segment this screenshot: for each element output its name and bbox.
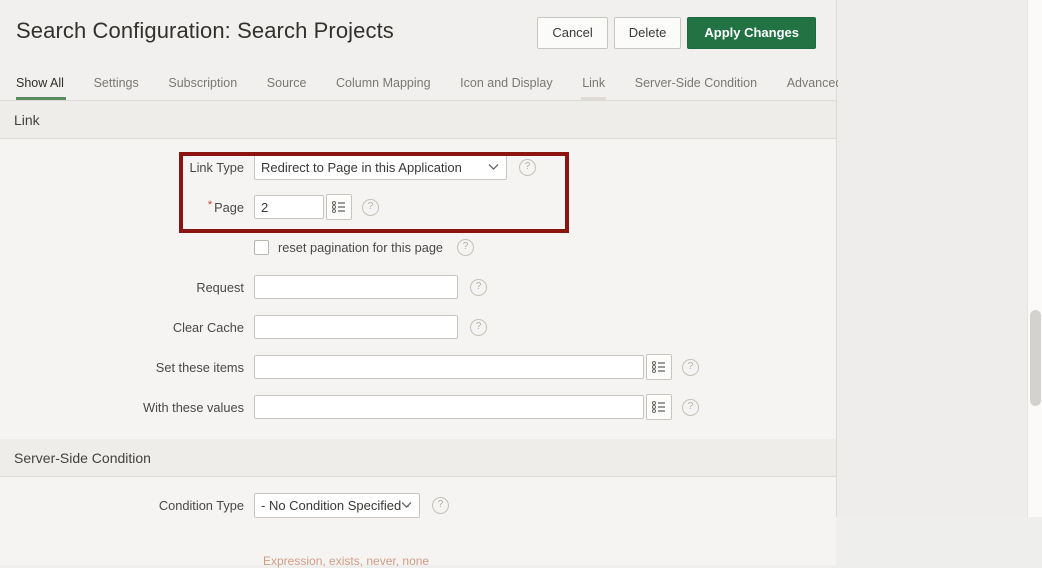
server-side-condition-body: Condition Type - No Condition Specified … [0,477,836,565]
link-type-select-wrap: Redirect to Page in this Application [254,155,507,180]
request-help-icon[interactable]: ? [470,279,487,296]
clear-cache-label: Clear Cache [14,320,254,335]
link-region-body: Link Type Redirect to Page in this Appli… [0,139,836,439]
clear-cache-row: Clear Cache ? [0,307,836,347]
tab-column-mapping[interactable]: Column Mapping [323,68,444,100]
condition-type-label: Condition Type [14,498,254,513]
set-these-items-input[interactable] [254,355,644,379]
set-these-items-label: Set these items [14,360,254,375]
apply-changes-button[interactable]: Apply Changes [687,17,816,49]
list-picker-icon [652,361,666,373]
vertical-scrollbar-thumb[interactable] [1030,310,1041,406]
set-these-items-picker-button[interactable] [646,354,672,380]
delete-button[interactable]: Delete [614,17,682,49]
with-these-values-input[interactable] [254,395,644,419]
with-these-values-row: With these values ? [0,387,836,427]
with-these-values-picker-button[interactable] [646,394,672,420]
condition-type-row: Condition Type - No Condition Specified … [0,485,836,525]
set-these-items-help-icon[interactable]: ? [682,359,699,376]
tab-bar: Show All Settings Subscription Source Co… [0,68,836,101]
page-input[interactable] [254,195,324,219]
tab-show-all[interactable]: Show All [14,68,77,100]
tab-settings[interactable]: Settings [81,68,152,100]
server-side-condition-region-header: Server-Side Condition [0,439,836,477]
page-row: *Page ? [0,187,836,227]
link-region-header: Link [0,101,836,139]
required-asterisk: * [208,199,212,211]
right-gutter [838,0,1027,517]
list-picker-icon [332,201,346,213]
clear-cache-help-icon[interactable]: ? [470,319,487,336]
request-input[interactable] [254,275,458,299]
header-actions: Cancel Delete Apply Changes [537,17,816,49]
tab-source[interactable]: Source [254,68,320,100]
reset-pagination-help-icon[interactable]: ? [457,239,474,256]
page-help-icon[interactable]: ? [362,199,379,216]
page-label: *Page [14,200,254,215]
link-type-label: Link Type [14,160,254,175]
tab-subscription[interactable]: Subscription [155,68,250,100]
condition-type-select-wrap: - No Condition Specified - [254,493,420,518]
page-label-text: Page [214,200,244,215]
with-these-values-help-icon[interactable]: ? [682,399,699,416]
reset-pagination-row: reset pagination for this page ? [0,227,836,267]
link-type-help-icon[interactable]: ? [519,159,536,176]
tab-link[interactable]: Link [569,68,618,100]
clear-cache-input[interactable] [254,315,458,339]
main-content-column: Search Configuration: Search Projects Ca… [0,0,837,517]
list-picker-icon [652,401,666,413]
link-type-select[interactable]: Redirect to Page in this Application [254,155,507,180]
tab-server-side-condition[interactable]: Server-Side Condition [622,68,770,100]
page-title: Search Configuration: Search Projects [16,18,394,44]
reset-pagination-checkbox[interactable] [254,240,269,255]
request-label: Request [14,280,254,295]
app-window: No Results Found Message Search Configur… [0,0,1042,517]
page-header: Search Configuration: Search Projects Ca… [0,0,836,68]
reset-pagination-label[interactable]: reset pagination for this page [278,240,443,255]
cancel-button[interactable]: Cancel [537,17,607,49]
link-type-row: Link Type Redirect to Page in this Appli… [0,147,836,187]
with-these-values-label: With these values [14,400,254,415]
request-row: Request ? [0,267,836,307]
condition-type-hint: Expression, exists, never, none [263,554,429,568]
condition-type-select[interactable]: - No Condition Specified - [254,493,420,518]
vertical-scrollbar-track[interactable] [1027,0,1042,517]
tab-icon-and-display[interactable]: Icon and Display [447,68,565,100]
set-these-items-row: Set these items ? [0,347,836,387]
page-list-picker-button[interactable] [326,194,352,220]
condition-type-help-icon[interactable]: ? [432,497,449,514]
